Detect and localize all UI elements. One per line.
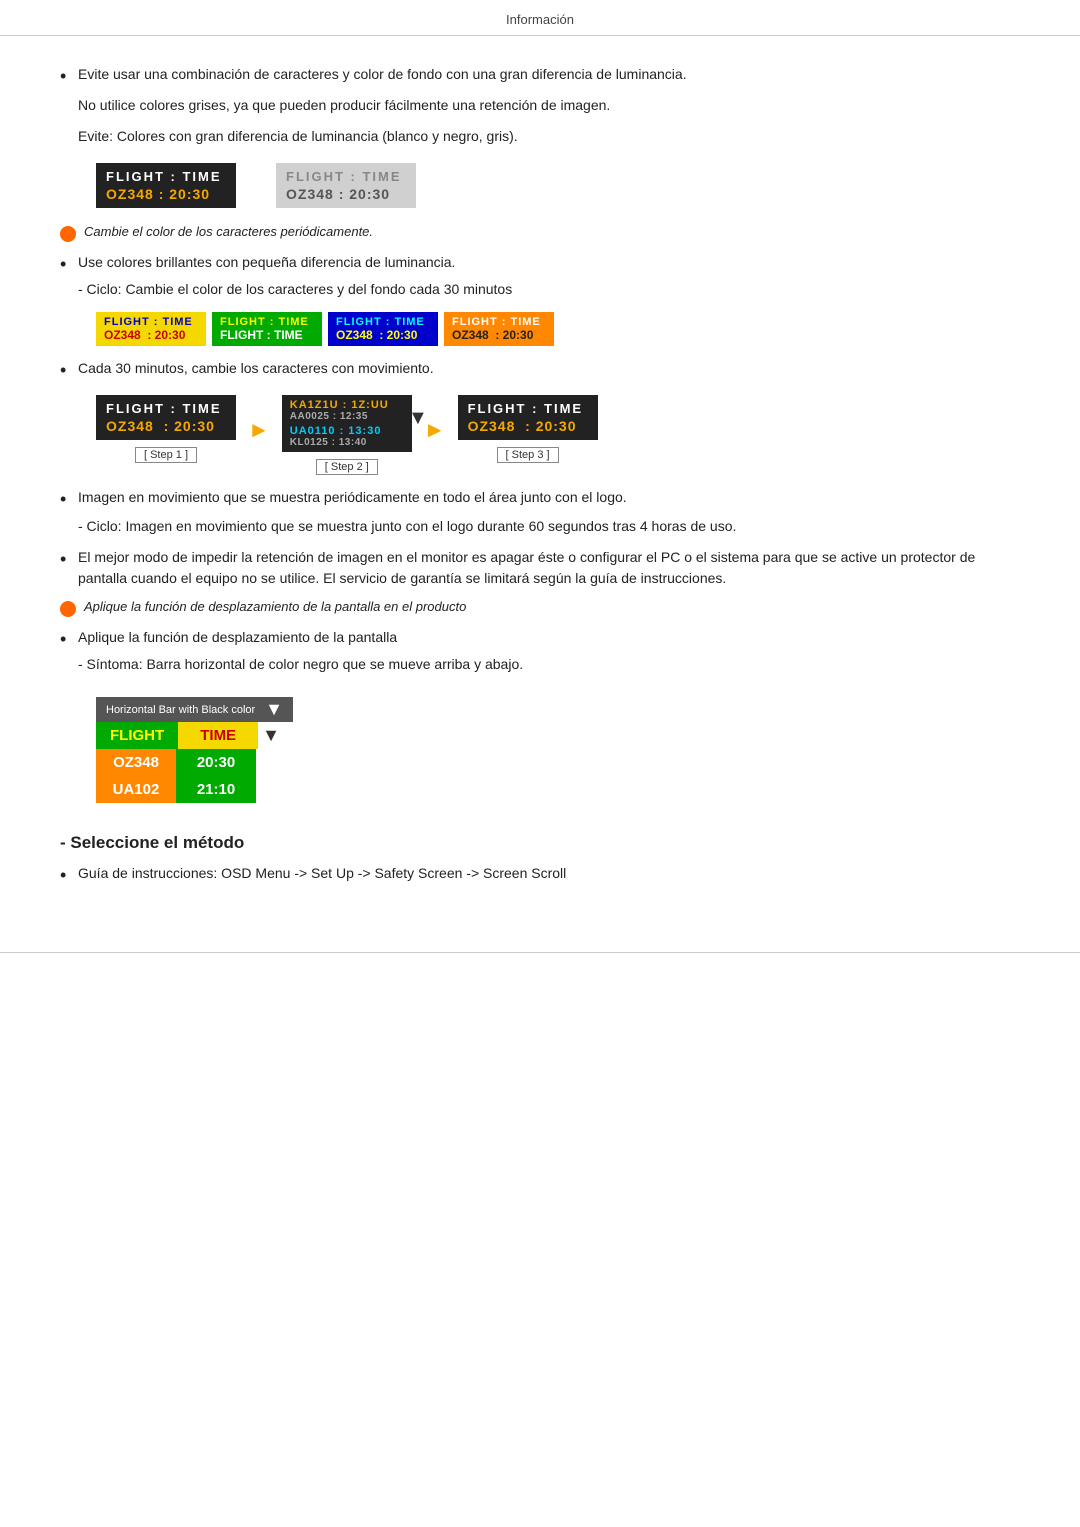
- cycle-board-2-r2: FLIGHT : TIME: [220, 328, 314, 342]
- step3-board: FLIGHT : TIME OZ348 : 20:30: [458, 395, 598, 440]
- hbar-row-3: UA102 21:10: [96, 776, 293, 803]
- bullet-2-sub: - Ciclo: Cambie el color de los caracter…: [78, 279, 1020, 300]
- cycle-board-3: FLIGHT : TIME OZ348 : 20:30: [328, 312, 438, 346]
- steps-block: FLIGHT : TIME OZ348 : 20:30 [ Step 1 ] ►…: [96, 395, 1020, 475]
- boards-example-1: FLIGHT : TIME OZ348 : 20:30 FLIGHT : TIM…: [96, 163, 1020, 208]
- bullet-dot-2: •: [60, 252, 78, 277]
- flight-board-dark: FLIGHT : TIME OZ348 : 20:30: [96, 163, 236, 208]
- step3-board-r2: OZ348 : 20:30: [468, 418, 588, 434]
- bullet-dot-1: •: [60, 64, 78, 89]
- step-2-label: [ Step 2 ]: [316, 459, 378, 475]
- step1-board-r2: OZ348 : 20:30: [106, 418, 226, 434]
- header-title: Información: [506, 12, 574, 27]
- orange-circle-icon-1: [60, 226, 76, 242]
- cycle-board-1: FLIGHT : TIME OZ348 : 20:30: [96, 312, 206, 346]
- hbar-cell-oz348: OZ348: [96, 749, 176, 776]
- flight-board-gray: FLIGHT : TIME OZ348 : 20:30: [276, 163, 416, 208]
- cycle-board-3-r2: OZ348 : 20:30: [336, 328, 430, 342]
- bullet-dot-3: •: [60, 358, 78, 383]
- bullet-6: • Aplique la función de desplazamiento d…: [60, 627, 1020, 675]
- step-1-label: [ Step 1 ]: [135, 447, 197, 463]
- hbar-row-2: OZ348 20:30: [96, 749, 293, 776]
- section-bullet-text: Guía de instrucciones: OSD Menu -> Set U…: [78, 863, 1020, 884]
- cycle-board-2-r1: FLIGHT : TIME: [220, 316, 314, 328]
- bullet-3: • Cada 30 minutos, cambie los caracteres…: [60, 358, 1020, 383]
- cycle-board-4-r1: FLIGHT : TIME: [452, 316, 546, 328]
- page-header: Información: [0, 0, 1080, 36]
- cycle-board-3-r1: FLIGHT : TIME: [336, 316, 430, 328]
- bullet-2: • Use colores brillantes con pequeña dif…: [60, 252, 1020, 300]
- board-gray-row2: OZ348 : 20:30: [286, 186, 406, 202]
- cycle-board-4-r2: OZ348 : 20:30: [452, 328, 546, 342]
- icon-bullet-2-text: Aplique la función de desplazamiento de …: [84, 599, 466, 614]
- bullet-4-sub: - Ciclo: Imagen en movimiento que se mue…: [78, 516, 1020, 537]
- bullet-dot-5: •: [60, 547, 78, 572]
- cycle-board-4: FLIGHT : TIME OZ348 : 20:30: [444, 312, 554, 346]
- down-arrow-right-1: ▼: [408, 407, 428, 430]
- hbar-cell-ua102: UA102: [96, 776, 176, 803]
- step2-board: KA1Z1U : 1Z:UU AA0025 : 12:35 UA0110 : 1…: [282, 395, 412, 452]
- bullet-dot-6: •: [60, 627, 78, 652]
- bullet-5: • El mejor modo de impedir la retención …: [60, 547, 1020, 589]
- hbar-cell-flight: FLIGHT: [96, 722, 178, 749]
- hbar-cell-2030: 20:30: [176, 749, 256, 776]
- bullet-1-sub2: Evite: Colores con gran diferencia de lu…: [78, 126, 1020, 147]
- step1-board: FLIGHT : TIME OZ348 : 20:30: [96, 395, 236, 440]
- bullet-dot-4: •: [60, 487, 78, 512]
- step2-board-r1: KA1Z1U : 1Z:UU: [290, 399, 404, 411]
- step2-board-r3: UA0110 : 13:30: [290, 425, 404, 437]
- cycle-boards: FLIGHT : TIME OZ348 : 20:30 FLIGHT : TIM…: [96, 312, 1020, 346]
- step2-board-r4: KL0125 : 13:40: [290, 437, 404, 448]
- down-arrow-hbar-2: ▼: [262, 725, 280, 746]
- section-heading: - Seleccione el método: [60, 833, 1020, 853]
- section-bullet-dot: •: [60, 863, 78, 888]
- step1-board-r1: FLIGHT : TIME: [106, 401, 226, 418]
- bullet-1: • Evite usar una combinación de caracter…: [60, 64, 1020, 147]
- board-dark-row2: OZ348 : 20:30: [106, 186, 226, 202]
- hbar-title: Horizontal Bar with Black color ▼: [96, 697, 293, 722]
- step2-board-r2: AA0025 : 12:35: [290, 411, 404, 422]
- bullet-3-text: Cada 30 minutos, cambie los caracteres c…: [78, 358, 1020, 379]
- step-2: KA1Z1U : 1Z:UU AA0025 : 12:35 UA0110 : 1…: [282, 395, 412, 475]
- content-area: • Evite usar una combinación de caracter…: [0, 54, 1080, 928]
- bullet-6-text: Aplique la función de desplazamiento de …: [78, 629, 397, 645]
- cycle-board-1-r2: OZ348 : 20:30: [104, 328, 198, 342]
- bullet-1-text: Evite usar una combinación de caracteres…: [78, 66, 687, 82]
- hbar-cell-2110: 21:10: [176, 776, 256, 803]
- page-divider: [0, 952, 1080, 953]
- step-1: FLIGHT : TIME OZ348 : 20:30 [ Step 1 ]: [96, 395, 236, 463]
- bullet-4-text: Imagen en movimiento que se muestra peri…: [78, 489, 627, 505]
- step3-board-r1: FLIGHT : TIME: [468, 401, 588, 418]
- down-arrow-hbar: ▼: [265, 699, 283, 720]
- bullet-1-sub1: No utilice colores grises, ya que pueden…: [78, 95, 1020, 116]
- hbar-cell-time: TIME: [178, 722, 258, 749]
- cycle-board-2: FLIGHT : TIME FLIGHT : TIME: [212, 312, 322, 346]
- section-bullet: • Guía de instrucciones: OSD Menu -> Set…: [60, 863, 1020, 888]
- step-3-label: [ Step 3 ]: [497, 447, 559, 463]
- step-3: FLIGHT : TIME OZ348 : 20:30 [ Step 3 ]: [458, 395, 598, 463]
- hbar-row-1: FLIGHT TIME ▼: [96, 722, 293, 749]
- icon-bullet-2: Aplique la función de desplazamiento de …: [60, 599, 1020, 617]
- arrow-step1-to-step2: ►: [248, 417, 270, 443]
- board-gray-row1: FLIGHT : TIME: [286, 169, 406, 186]
- hbar-title-text: Horizontal Bar with Black color: [106, 704, 255, 716]
- icon-bullet-1: Cambie el color de los caracteres periód…: [60, 224, 1020, 242]
- bullet-2-text: Use colores brillantes con pequeña difer…: [78, 254, 455, 270]
- orange-circle-icon-2: [60, 601, 76, 617]
- bullet-6-sub: - Síntoma: Barra horizontal de color neg…: [78, 654, 1020, 675]
- cycle-board-1-r1: FLIGHT : TIME: [104, 316, 198, 328]
- board-dark-row1: FLIGHT : TIME: [106, 169, 226, 186]
- bullet-4: • Imagen en movimiento que se muestra pe…: [60, 487, 1020, 537]
- icon-bullet-1-text: Cambie el color de los caracteres periód…: [84, 224, 373, 239]
- bullet-5-text: El mejor modo de impedir la retención de…: [78, 547, 1020, 589]
- hbar-demo: Horizontal Bar with Black color ▼ FLIGHT…: [96, 697, 293, 803]
